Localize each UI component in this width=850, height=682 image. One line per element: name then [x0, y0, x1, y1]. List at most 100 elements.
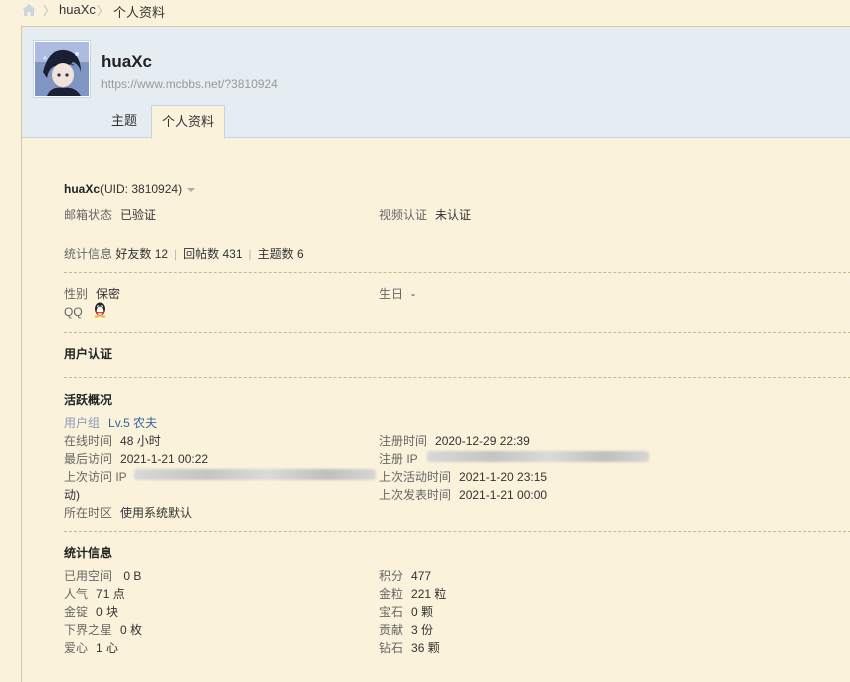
posts-count-link[interactable]: 回帖数 431: [183, 247, 242, 261]
register-time-label: 注册时间: [379, 434, 428, 448]
stat-label: 钻石: [379, 641, 404, 655]
gender-value: 保密: [96, 287, 121, 301]
last-ip: 上次访问 IP: [64, 468, 127, 485]
last-post: 上次发表时间 2021-1-21 00:00: [379, 486, 547, 503]
friends-count-link[interactable]: 好友数 12: [115, 247, 168, 261]
stat-right-item: 金粒 221 粒: [379, 585, 446, 602]
register-ip: 注册 IP: [379, 450, 418, 467]
register-time-value: 2020-12-29 22:39: [435, 434, 530, 448]
user-group-link[interactable]: Lv.5 农夫: [108, 416, 157, 430]
stat-left-item: 爱心 1 心: [64, 639, 118, 656]
profile-username: huaXc: [101, 52, 153, 71]
stat-left-item: 下界之星 0 枚: [64, 621, 142, 638]
last-ip-tail: 动): [64, 488, 80, 502]
divider: [64, 332, 850, 333]
last-ip-redacted: [134, 469, 376, 480]
stat-value: 0 枚: [120, 623, 143, 637]
divider: [64, 272, 850, 273]
chevron-down-icon[interactable]: [187, 187, 196, 192]
home-icon[interactable]: [21, 3, 37, 17]
stat-label: 积分: [379, 569, 404, 583]
stat-value: 71 点: [96, 587, 125, 601]
gender-label: 性别: [64, 287, 89, 301]
qq-label: QQ: [64, 305, 83, 319]
video-status: 视频认证 未认证: [379, 206, 471, 223]
breadcrumb-current: 个人资料: [113, 5, 166, 20]
breadcrumb: 〉 huaXc 〉 个人资料: [0, 0, 850, 22]
video-status-label: 视频认证: [379, 208, 428, 222]
birthday: 生日 -: [379, 285, 415, 302]
register-ip-redacted: [427, 451, 649, 462]
last-post-label: 上次发表时间: [379, 488, 452, 502]
profile-url[interactable]: https://www.mcbbs.net/?3810924: [101, 77, 278, 91]
last-active-label: 上次活动时间: [379, 470, 452, 484]
breadcrumb-separator: 〉: [43, 4, 56, 18]
register-time: 注册时间 2020-12-29 22:39: [379, 432, 530, 449]
last-ip-label: 上次访问 IP: [64, 470, 127, 484]
qq: QQ: [64, 305, 83, 319]
timezone: 所在时区 使用系统默认: [64, 504, 192, 521]
last-visit-label: 最后访问: [64, 452, 113, 466]
stat-left-item: 已用空间 0 B: [64, 567, 141, 584]
profile-panel: huaXc https://www.mcbbs.net/?3810924 主题 …: [21, 26, 850, 682]
email-status-label: 邮箱状态: [64, 208, 113, 222]
stat-label: 下界之星: [64, 623, 113, 637]
profile-header: huaXc https://www.mcbbs.net/?3810924 主题 …: [22, 27, 850, 139]
stat-label: 人气: [64, 587, 89, 601]
breadcrumb-user-link[interactable]: huaXc: [59, 2, 96, 17]
stat-label: 金锭: [64, 605, 89, 619]
last-visit: 最后访问 2021-1-21 00:22: [64, 450, 208, 467]
last-post-value: 2021-1-21 00:00: [459, 488, 548, 502]
stat-value: 221 粒: [411, 587, 447, 601]
stat-value: 0 颗: [411, 605, 434, 619]
stat-right-item: 钻石 36 颗: [379, 639, 440, 656]
last-visit-value: 2021-1-21 00:22: [120, 452, 209, 466]
tab-threads[interactable]: 主题: [99, 105, 149, 137]
online-time: 在线时间 48 小时: [64, 432, 161, 449]
birthday-value: -: [411, 287, 416, 301]
user-group-label: 用户组: [64, 416, 101, 430]
stat-label: 爱心: [64, 641, 89, 655]
profile-title-name: huaXc: [64, 182, 101, 196]
user-group: 用户组 Lv.5 农夫: [64, 414, 157, 431]
qq-penguin-icon[interactable]: [92, 301, 108, 318]
register-ip-label: 注册 IP: [379, 452, 418, 466]
stat-label: 已用空间: [64, 569, 113, 583]
stat-value: 3 份: [411, 623, 434, 637]
stat-right-item: 积分 477: [379, 567, 431, 584]
stat-value: 0 块: [96, 605, 119, 619]
stat-right-item: 贡献 3 份: [379, 621, 433, 638]
email-status-value: 已验证: [120, 208, 157, 222]
profile-uid: (UID: 3810924): [100, 182, 183, 196]
video-status-value: 未认证: [435, 208, 472, 222]
online-time-value: 48 小时: [120, 434, 161, 448]
stat-label: 金粒: [379, 587, 404, 601]
timezone-value: 使用系统默认: [120, 506, 193, 520]
section-user-auth: 用户认证: [64, 347, 113, 361]
stats-summary: 统计信息 好友数 12 | 回帖数 431 | 主题数 6: [64, 247, 304, 261]
stat-value: 0 B: [120, 569, 142, 583]
profile-title: huaXc(UID: 3810924): [64, 182, 196, 196]
stat-value: 477: [411, 569, 432, 583]
gender: 性别 保密: [64, 285, 120, 302]
stat-value: 1 心: [96, 641, 119, 655]
section-activity: 活跃概况: [64, 393, 113, 407]
divider: [64, 531, 850, 532]
email-status: 邮箱状态 已验证: [64, 206, 156, 223]
stat-left-item: 人气 71 点: [64, 585, 125, 602]
threads-count-link[interactable]: 主题数 6: [258, 247, 304, 261]
last-active-value: 2021-1-20 23:15: [459, 470, 548, 484]
timezone-label: 所在时区: [64, 506, 113, 520]
stat-label: 贡献: [379, 623, 404, 637]
stat-value: 36 颗: [411, 641, 440, 655]
stat-label: 宝石: [379, 605, 404, 619]
stat-right-item: 宝石 0 颗: [379, 603, 433, 620]
avatar[interactable]: [33, 40, 91, 98]
tab-profile[interactable]: 个人资料: [151, 105, 225, 139]
online-time-label: 在线时间: [64, 434, 113, 448]
birthday-label: 生日: [379, 287, 404, 301]
section-stats: 统计信息: [64, 546, 113, 560]
stats-summary-label: 统计信息: [64, 247, 113, 261]
avatar-image: [35, 42, 89, 96]
stat-left-item: 金锭 0 块: [64, 603, 118, 620]
